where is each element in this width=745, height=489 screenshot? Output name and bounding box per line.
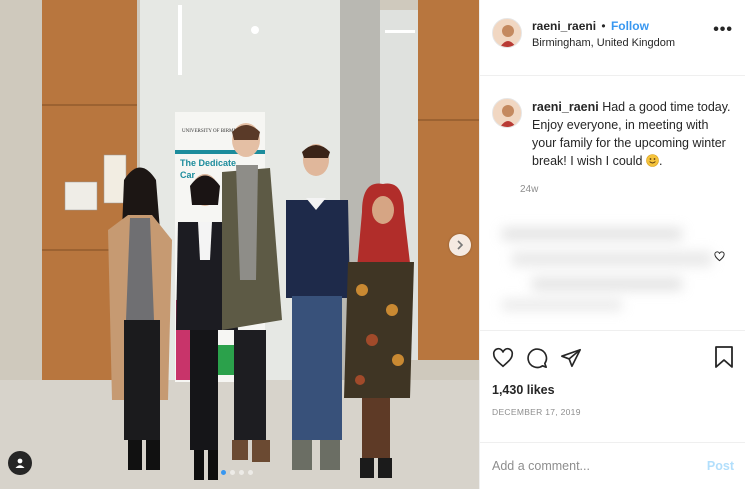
post-photo[interactable]: UNIVERSITY OF BIRMINGHAM The Dedicate Ca… [0,0,479,489]
comment-bar: Post [480,442,745,489]
separator-dot: • [601,19,606,33]
carousel-dot [248,470,253,475]
username-link[interactable]: raeni_raeni [532,19,596,33]
user-tag-icon[interactable] [8,451,32,475]
heart-icon[interactable] [492,347,514,369]
caption-time[interactable]: 24w [520,184,745,195]
avatar[interactable] [492,98,522,128]
post-comment-button[interactable]: Post [707,459,734,473]
carousel-dot [221,470,226,475]
svg-text:Car: Car [180,170,196,180]
caption: raeni_raeni Had a good time today. Enjoy… [480,76,745,172]
comment-input[interactable] [492,459,707,473]
post-header: raeni_raeni • Follow Birmingham, United … [480,0,745,76]
carousel-dot [230,470,235,475]
likes-count[interactable]: 1,430 likes [492,383,734,397]
share-icon[interactable] [560,347,582,369]
location-link[interactable]: Birmingham, United Kingdom [532,35,675,52]
like-comment-icon[interactable] [714,249,725,267]
bookmark-icon[interactable] [714,345,734,374]
blurred-comment-area [502,228,712,310]
carousel-dots [221,470,253,475]
action-bar: 1,430 likes DECEMBER 17, 2019 [480,330,745,417]
caption-username[interactable]: raeni_raeni [532,100,599,114]
next-arrow-icon[interactable] [449,234,471,256]
avatar[interactable] [492,18,522,48]
post-date[interactable]: DECEMBER 17, 2019 [492,407,734,417]
svg-text:The Dedicate: The Dedicate [180,158,236,168]
post-side-panel: raeni_raeni • Follow Birmingham, United … [479,0,745,489]
carousel-dot [239,470,244,475]
more-icon[interactable]: ••• [713,22,733,38]
comment-icon[interactable] [526,347,548,369]
group-photo: UNIVERSITY OF BIRMINGHAM The Dedicate Ca… [0,0,479,489]
follow-button[interactable]: Follow [611,19,649,33]
smiling-face-emoji [646,154,659,172]
